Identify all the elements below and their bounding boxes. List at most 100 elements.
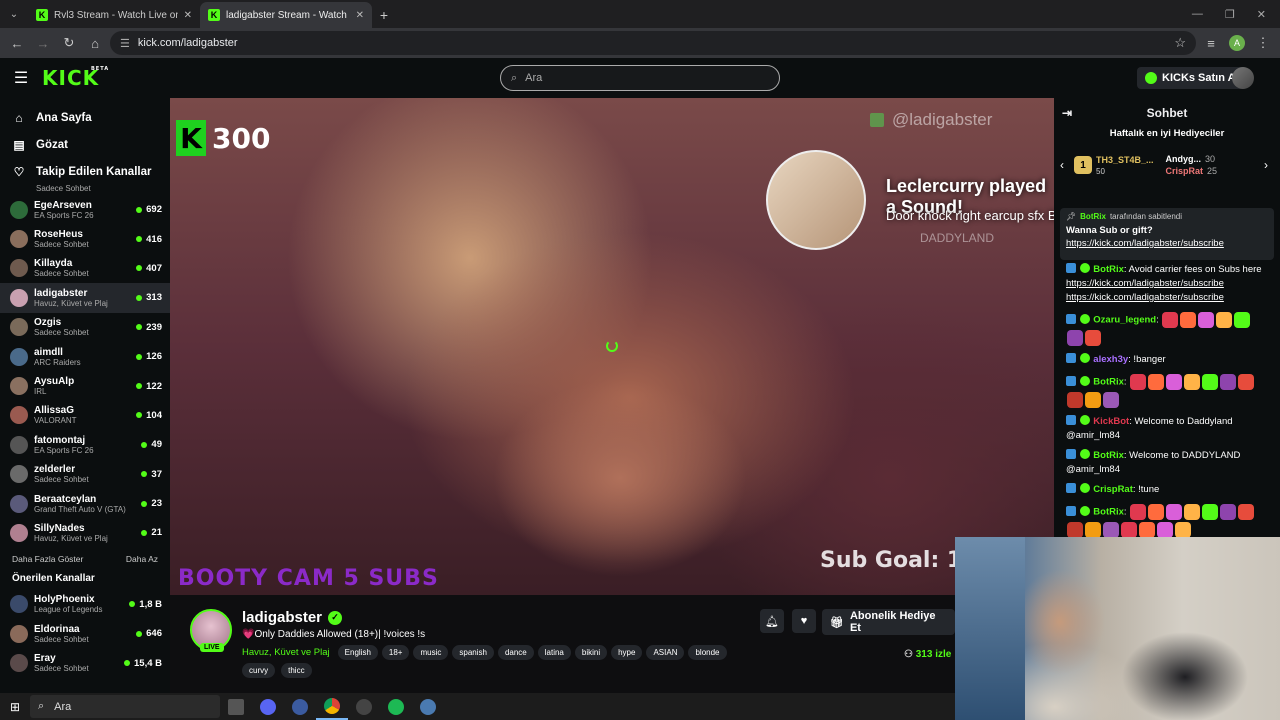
stream-tag[interactable]: thicc bbox=[281, 663, 312, 678]
home-browser-icon[interactable]: ⌂ bbox=[84, 32, 106, 54]
sidebar-channel[interactable]: Beraatceylan Grand Theft Auto V (GTA) 23 bbox=[0, 489, 170, 518]
close-tab-icon[interactable]: ✕ bbox=[184, 10, 192, 21]
close-tab-icon[interactable]: ✕ bbox=[356, 10, 364, 21]
show-more-link[interactable]: Daha Fazla Göster bbox=[12, 554, 83, 564]
tab-search-button[interactable]: ⌄ bbox=[0, 0, 28, 28]
browser-tab-ladigabster[interactable]: K ladigabster Stream - Watch Live on Kic… bbox=[200, 2, 372, 28]
chat-message: alexh3y: !banger bbox=[1054, 350, 1280, 370]
stream-tag[interactable]: latina bbox=[537, 645, 571, 660]
sidebar-channel[interactable]: zelderler Sadece Sohbet 37 bbox=[0, 460, 170, 489]
back-icon[interactable]: ← bbox=[6, 32, 28, 54]
stream-tag[interactable]: curvy bbox=[242, 663, 276, 678]
channel-name: Killayda bbox=[34, 258, 73, 270]
chat-username[interactable]: alexh3y bbox=[1093, 354, 1128, 365]
collapse-chat-icon[interactable]: ⇥ bbox=[1062, 106, 1072, 120]
browser-tab-rvl3[interactable]: K Rvl3 Stream - Watch Live on Kick ✕ bbox=[28, 2, 200, 28]
site-info-icon[interactable]: ☰ bbox=[120, 37, 130, 50]
chat-link[interactable]: https://kick.com/ladigabster/subscribe bbox=[1066, 277, 1268, 291]
stream-tag[interactable]: music bbox=[413, 645, 449, 660]
chat-username[interactable]: BotRix bbox=[1093, 507, 1124, 518]
stream-tag[interactable]: 18+ bbox=[381, 645, 410, 660]
browser-menu-icon[interactable]: ⋮ bbox=[1252, 32, 1274, 54]
close-window-icon[interactable]: ✕ bbox=[1257, 8, 1266, 21]
sidebar-channel[interactable]: SillyNades Havuz, Küvet ve Plaj 21 bbox=[0, 518, 170, 547]
address-bar[interactable]: ☰ kick.com/ladigabster ☆ bbox=[110, 31, 1196, 55]
stream-tag[interactable]: dance bbox=[497, 645, 534, 660]
stream-tag[interactable]: bikini bbox=[574, 645, 608, 660]
chevron-right-icon[interactable]: › bbox=[1264, 158, 1274, 172]
streamer-name[interactable]: ladigabster bbox=[242, 609, 322, 626]
stream-tag[interactable]: spanish bbox=[452, 645, 494, 660]
chat-username[interactable]: KickBot bbox=[1093, 416, 1129, 427]
chat-username[interactable]: CrispRat bbox=[1093, 484, 1133, 495]
steam-icon[interactable] bbox=[348, 698, 380, 715]
verified-badge-icon bbox=[1079, 375, 1090, 386]
chat-username[interactable]: Ozaru_legend bbox=[1093, 315, 1156, 326]
search-input[interactable]: ⌕ Ara bbox=[500, 65, 780, 91]
sidebar-channel[interactable]: EgeArseven EA Sports FC 26 692 bbox=[0, 195, 170, 224]
notification-bell-button[interactable]: 🔔︎ bbox=[760, 609, 784, 633]
sidebar-channel[interactable]: Eray Sadece Sohbet 15,4 B bbox=[0, 648, 170, 677]
live-dot-icon bbox=[136, 630, 143, 637]
app-icon-2[interactable] bbox=[412, 698, 444, 715]
channel-name: SillyNades bbox=[34, 522, 85, 534]
chrome-icon[interactable] bbox=[316, 693, 348, 720]
sidebar-channel[interactable]: HolyPhoenix League of Legends 1,8 B bbox=[0, 590, 170, 619]
pinned-by: BotRix bbox=[1080, 212, 1106, 221]
kick-logo[interactable]: KICK BETA bbox=[42, 66, 108, 90]
app-icon[interactable] bbox=[284, 698, 316, 715]
chevron-left-icon[interactable]: ‹ bbox=[1060, 158, 1070, 172]
sidebar-channel[interactable]: ladigabster Havuz, Küvet ve Plaj 313 bbox=[0, 283, 170, 313]
sidebar-channel[interactable]: aimdll ARC Raiders 126 bbox=[0, 342, 170, 371]
new-tab-button[interactable]: + bbox=[372, 2, 396, 28]
chat-text: : bbox=[1123, 376, 1127, 388]
stream-tag[interactable]: English bbox=[337, 645, 378, 660]
chat-message: BotRix: Welcome to DADDYLAND @amir_lm84 bbox=[1054, 446, 1280, 480]
emote-icon bbox=[1202, 374, 1219, 390]
sidebar-channel[interactable]: Eldorinaa Sadece Sohbet 646 bbox=[0, 619, 170, 648]
nav-home[interactable]: ⌂ Ana Sayfa bbox=[0, 104, 170, 131]
gifter-row[interactable]: CrispRat 25 bbox=[1166, 166, 1218, 176]
chat-username[interactable]: BotRix bbox=[1093, 377, 1124, 388]
pinned-message[interactable]: 📌︎ BotRix tarafından sabitlendi Wanna Su… bbox=[1060, 208, 1274, 260]
restore-icon[interactable]: ❐ bbox=[1225, 8, 1235, 21]
gifter-row[interactable]: Andyg... 30 bbox=[1166, 154, 1218, 164]
chat-username[interactable]: BotRix bbox=[1093, 264, 1124, 275]
gift-sub-button[interactable]: 🎁︎ Abonelik Hediye Et bbox=[822, 609, 955, 635]
sidebar-channel[interactable]: Killayda Sadece Sohbet 407 bbox=[0, 254, 170, 283]
taskbar-search[interactable]: ⌕ Ara bbox=[30, 695, 220, 718]
sidebar-channel[interactable]: AysuAlp IRL 122 bbox=[0, 371, 170, 400]
nav-following[interactable]: ♡ Takip Edilen Kanallar bbox=[0, 158, 170, 185]
hamburger-menu-icon[interactable]: ☰ bbox=[0, 68, 42, 88]
chat-username[interactable]: BotRix bbox=[1093, 450, 1124, 461]
stream-tag[interactable]: hype bbox=[611, 645, 643, 660]
stream-tag[interactable]: ASIAN bbox=[646, 645, 685, 660]
sidebar-channel[interactable]: fatomontaj EA Sports FC 26 49 bbox=[0, 430, 170, 459]
sidebar-channel[interactable]: RoseHeus Sadece Sohbet 416 bbox=[0, 224, 170, 253]
forward-icon[interactable]: → bbox=[32, 32, 54, 54]
media-controls-icon[interactable]: ≡ bbox=[1200, 32, 1222, 54]
nav-browse[interactable]: ▤ Gözat bbox=[0, 131, 170, 158]
sidebar-channel[interactable]: Ozgis Sadece Sohbet 239 bbox=[0, 313, 170, 342]
buy-kicks-button[interactable]: KICKs Satın Al bbox=[1137, 67, 1247, 89]
sidebar-channel[interactable]: AllissaG VALORANT 104 bbox=[0, 401, 170, 430]
reload-icon[interactable]: ↻ bbox=[58, 32, 80, 54]
show-less-link[interactable]: Daha Az bbox=[126, 554, 158, 564]
bookmark-star-icon[interactable]: ☆ bbox=[1174, 35, 1186, 51]
windows-start-icon[interactable]: ⊞ bbox=[0, 700, 30, 714]
gifter-name: CrispRat bbox=[1165, 166, 1204, 176]
minimize-icon[interactable]: — bbox=[1192, 8, 1203, 20]
discord-icon[interactable] bbox=[252, 698, 284, 715]
task-view-icon[interactable] bbox=[220, 698, 252, 715]
top-gifter[interactable]: 1 TH3_ST4B_... 50 bbox=[1074, 155, 1154, 176]
video-player[interactable]: K 300 @ladigabster Leclercurry played a … bbox=[170, 98, 1054, 595]
profile-avatar: A bbox=[1229, 35, 1245, 51]
pinned-link[interactable]: https://kick.com/ladigabster/subscribe bbox=[1066, 238, 1268, 249]
user-avatar[interactable] bbox=[1232, 67, 1254, 89]
chat-link[interactable]: https://kick.com/ladigabster/subscribe bbox=[1066, 291, 1268, 305]
spotify-icon[interactable] bbox=[380, 698, 412, 715]
follow-button[interactable]: ♥ bbox=[792, 609, 816, 633]
stream-tag[interactable]: blonde bbox=[688, 645, 727, 660]
stream-category[interactable]: Havuz, Küvet ve Plaj bbox=[242, 647, 330, 658]
profile-button[interactable]: A bbox=[1226, 32, 1248, 54]
